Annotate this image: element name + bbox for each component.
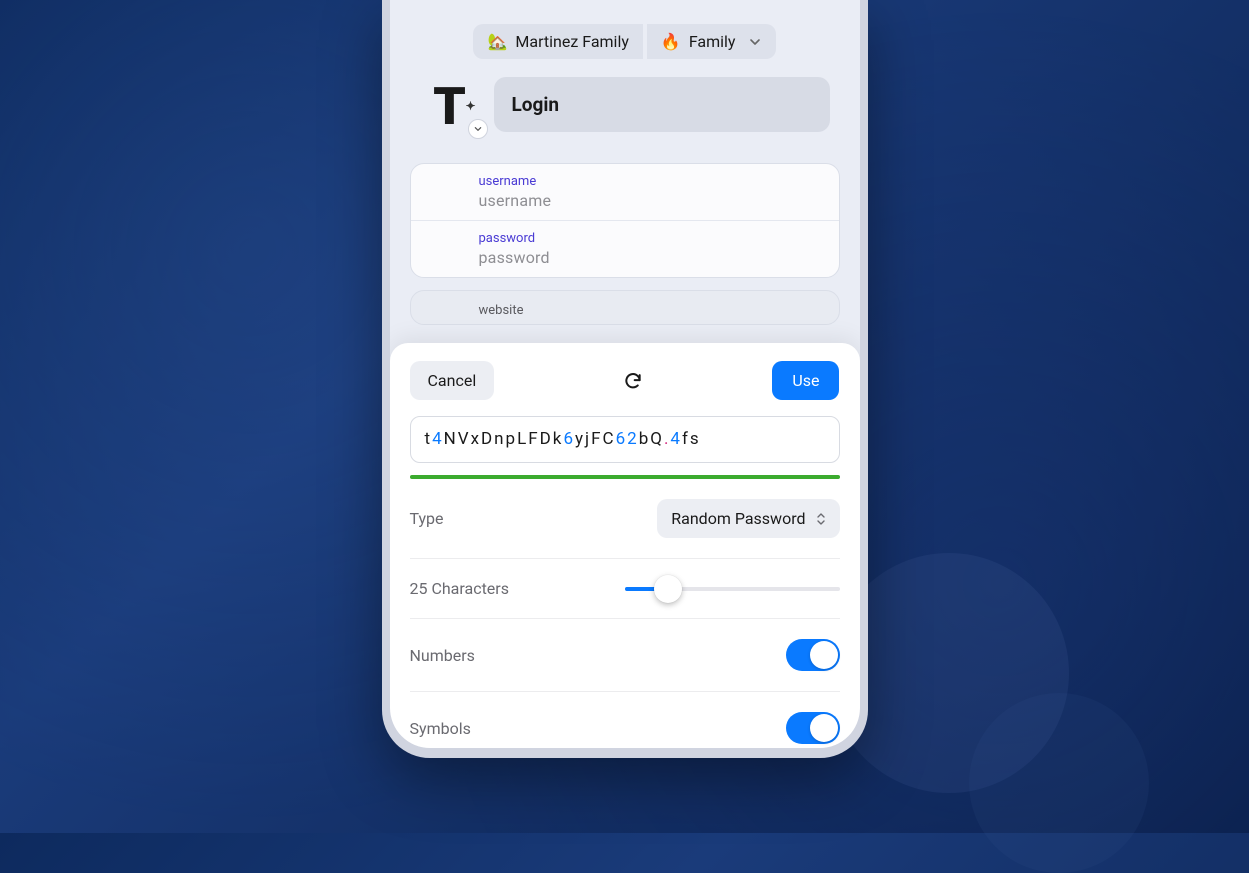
length-label: 25 Characters <box>410 579 509 598</box>
type-value: Random Password <box>671 509 805 528</box>
username-field[interactable]: username username <box>411 164 839 221</box>
symbols-toggle[interactable] <box>786 712 840 744</box>
sparkle-icon: ✦ <box>465 99 475 113</box>
vault-primary-name: Martinez Family <box>515 32 629 51</box>
use-button[interactable]: Use <box>772 361 839 400</box>
item-logo[interactable]: T ✦ <box>420 77 480 135</box>
password-generator-sheet: Cancel Use t4NVxDnpLFDk6yjFC62bQ.4fs Typ… <box>390 343 860 748</box>
numbers-toggle[interactable] <box>786 639 840 671</box>
username-value: username <box>479 191 819 210</box>
phone-screen: 🏡 Martinez Family 🔥 Family T ✦ Login <box>390 0 860 748</box>
logo-chevron-icon[interactable] <box>468 119 488 139</box>
phone-frame: 🏡 Martinez Family 🔥 Family T ✦ Login <box>382 0 868 758</box>
length-row: 25 Characters <box>410 559 840 619</box>
vault-selector: 🏡 Martinez Family 🔥 Family <box>390 0 860 77</box>
cancel-button[interactable]: Cancel <box>410 361 495 400</box>
type-label: Type <box>410 509 444 528</box>
generated-password[interactable]: t4NVxDnpLFDk6yjFC62bQ.4fs <box>410 416 840 463</box>
vault-secondary-name: Family <box>689 32 736 51</box>
item-title-field[interactable]: Login <box>494 77 830 132</box>
website-label: website <box>479 303 819 318</box>
website-card[interactable]: website <box>410 290 840 325</box>
chevron-down-icon <box>748 35 762 49</box>
item-header: T ✦ Login <box>390 77 860 135</box>
symbols-row: Symbols <box>410 692 840 748</box>
vault-primary-icon: 🏡 <box>487 32 507 51</box>
password-field[interactable]: password password <box>411 221 839 277</box>
type-row: Type Random Password <box>410 479 840 559</box>
symbols-label: Symbols <box>410 719 471 738</box>
type-select[interactable]: Random Password <box>657 499 839 538</box>
vault-secondary-icon: 🔥 <box>661 32 681 51</box>
password-label: password <box>479 231 819 246</box>
vault-primary-chip[interactable]: 🏡 Martinez Family <box>473 24 642 59</box>
username-label: username <box>479 174 819 189</box>
length-slider[interactable] <box>625 587 840 591</box>
numbers-row: Numbers <box>410 619 840 692</box>
sheet-header: Cancel Use <box>410 361 840 400</box>
refresh-button[interactable] <box>617 365 649 397</box>
slider-thumb[interactable] <box>654 575 682 603</box>
numbers-label: Numbers <box>410 646 475 665</box>
credentials-card: username username password password <box>410 163 840 278</box>
vault-secondary-chip[interactable]: 🔥 Family <box>647 24 776 59</box>
updown-icon <box>816 512 826 526</box>
item-logo-letter: T <box>433 76 466 137</box>
password-value: password <box>479 248 819 267</box>
refresh-icon <box>623 371 643 391</box>
